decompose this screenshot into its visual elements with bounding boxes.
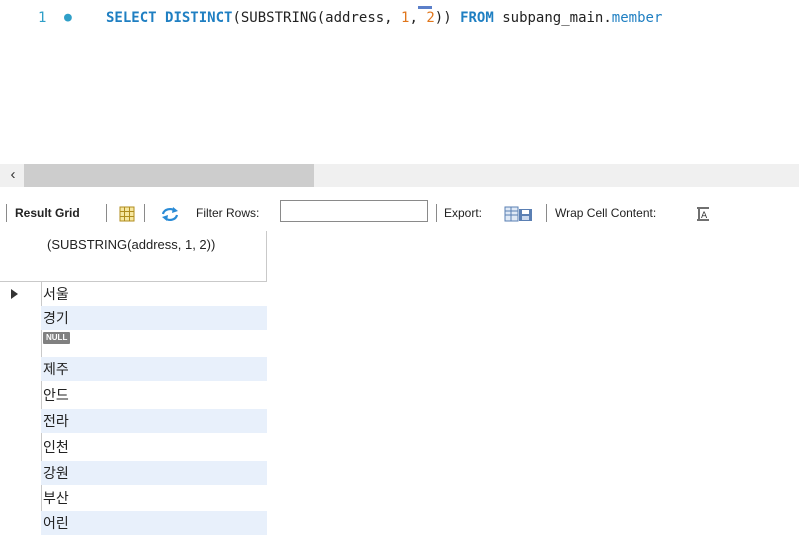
statement-marker-icon: ● xyxy=(64,10,72,25)
form-editor-icon[interactable] xyxy=(119,195,135,231)
table-row[interactable]: 전라 xyxy=(41,409,267,433)
keyword-select: SELECT xyxy=(106,10,157,26)
export-label: Export: xyxy=(444,206,483,220)
toolbar-divider xyxy=(6,204,7,222)
result-toolbar: Result Grid Filter Rows: Export: Wrap Ce… xyxy=(0,195,799,231)
filter-rows-input[interactable] xyxy=(280,200,428,222)
current-row-indicator xyxy=(0,282,41,306)
selection-marker xyxy=(418,6,432,9)
grid-corner xyxy=(0,231,41,282)
keyword-from: FROM xyxy=(460,10,494,26)
horizontal-scrollbar[interactable]: ‹ xyxy=(0,164,799,187)
sql-substring-call: (SUBSTRING(address, xyxy=(232,10,402,26)
sql-statement[interactable]: SELECT DISTINCT(SUBSTRING(address, 1, 2)… xyxy=(106,6,662,30)
code-line-1[interactable]: 1 ● SELECT DISTINCT(SUBSTRING(address, 1… xyxy=(0,6,799,30)
toolbar-divider xyxy=(144,204,145,222)
column-header[interactable]: (SUBSTRING(address, 1, 2)) xyxy=(41,231,267,282)
toolbar-divider xyxy=(546,204,547,222)
toolbar-divider xyxy=(106,204,107,222)
sql-close-parens: )) xyxy=(434,10,461,26)
wrap-cell-icon[interactable]: A xyxy=(695,195,711,231)
sql-table: member xyxy=(611,10,663,26)
sql-editor[interactable]: 1 ● SELECT DISTINCT(SUBSTRING(address, 1… xyxy=(0,0,799,160)
table-row[interactable]: NULL xyxy=(41,330,267,354)
sql-schema: subpang_main. xyxy=(493,10,612,26)
scroll-left-icon[interactable]: ‹ xyxy=(4,164,22,187)
filter-rows-label: Filter Rows: xyxy=(196,206,260,220)
toolbar-divider xyxy=(436,204,437,222)
line-number: 1 xyxy=(38,10,47,26)
table-row[interactable]: 경기 xyxy=(41,306,267,330)
table-row[interactable]: 서울 xyxy=(41,282,267,306)
table-row[interactable]: 어린 xyxy=(41,511,267,535)
null-badge: NULL xyxy=(43,332,71,344)
result-grid[interactable]: (SUBSTRING(address, 1, 2)) 서울 경기 NULL 제주… xyxy=(0,231,799,535)
table-row[interactable]: 안드 xyxy=(41,383,267,407)
table-row[interactable]: 인천 xyxy=(41,435,267,459)
row-pointer-icon xyxy=(11,289,18,299)
export-icon[interactable] xyxy=(504,195,534,231)
result-grid-tab[interactable]: Result Grid xyxy=(15,195,80,231)
svg-text:A: A xyxy=(701,211,708,221)
sql-comma: , xyxy=(409,10,427,26)
wrap-cell-label: Wrap Cell Content: xyxy=(555,206,657,220)
table-row[interactable]: 제주 xyxy=(41,357,267,381)
keyword-distinct: DISTINCT xyxy=(165,10,233,26)
table-row[interactable]: 부산 xyxy=(41,486,267,510)
scrollbar-thumb[interactable] xyxy=(24,164,314,187)
sql-number-2: 2 xyxy=(426,10,435,26)
table-row[interactable]: 강원 xyxy=(41,461,267,485)
refresh-icon[interactable] xyxy=(160,195,180,231)
